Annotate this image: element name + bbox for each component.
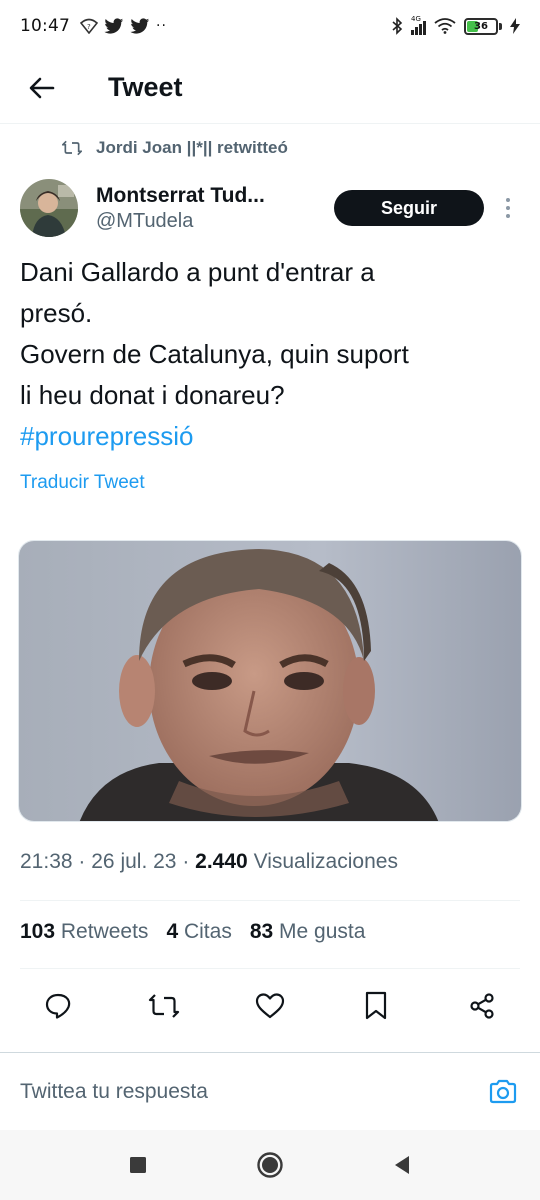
share-button[interactable] bbox=[464, 988, 500, 1024]
battery-text: 36 bbox=[474, 20, 488, 32]
more-dots-icon: ·· bbox=[156, 18, 167, 34]
back-button[interactable] bbox=[20, 66, 64, 110]
tweet-text: Dani Gallardo a punt d'entrar a presó. G… bbox=[20, 252, 520, 457]
retweeted-by[interactable]: Jordi Joan ||*|| retwitteó bbox=[62, 138, 288, 158]
tweet-time: 21:38 bbox=[20, 850, 73, 873]
likes-label: Me gusta bbox=[279, 920, 366, 943]
tweet-meta: 21:38 · 26 jul. 23 · 2.440 Visualizacion… bbox=[20, 850, 398, 874]
meta-separator: · bbox=[78, 850, 86, 873]
status-right: 4G 36 bbox=[391, 15, 520, 35]
bluetooth-icon bbox=[392, 17, 403, 35]
home-button[interactable] bbox=[250, 1145, 290, 1185]
like-button[interactable] bbox=[252, 988, 288, 1024]
twitter-bird-icon bbox=[104, 17, 124, 34]
retweets-count: 103 bbox=[20, 920, 56, 943]
views-count: 2.440 bbox=[195, 850, 248, 873]
camera-button[interactable] bbox=[486, 1075, 520, 1109]
home-circle-icon bbox=[257, 1152, 283, 1178]
system-nav-bar bbox=[0, 1130, 540, 1200]
views-label: Visualizaciones bbox=[253, 850, 398, 873]
translate-tweet-link[interactable]: Traducir Tweet bbox=[20, 472, 145, 494]
back-nav-button[interactable] bbox=[382, 1145, 422, 1185]
status-left: 10:47 ? ·· bbox=[20, 16, 167, 36]
status-time: 10:47 bbox=[20, 16, 70, 36]
author-handle: @MTudela bbox=[96, 209, 194, 232]
share-icon bbox=[470, 993, 494, 1019]
likes-stat[interactable]: 83 Me gusta bbox=[250, 920, 366, 944]
meta-separator: · bbox=[182, 850, 190, 873]
retweet-icon bbox=[148, 994, 180, 1018]
signal-icon: 4G bbox=[411, 15, 426, 35]
back-triangle-icon bbox=[395, 1156, 409, 1174]
retweet-icon bbox=[62, 140, 82, 156]
recents-square-icon bbox=[130, 1157, 146, 1173]
divider bbox=[20, 900, 520, 901]
battery-body: 36 bbox=[464, 17, 498, 35]
quotes-stat[interactable]: 4 Citas bbox=[166, 920, 231, 944]
network-label: 4G bbox=[411, 15, 421, 23]
retweet-button[interactable] bbox=[146, 988, 182, 1024]
twitter-bird-icon bbox=[130, 17, 150, 34]
tweet-stats: 103 Retweets 4 Citas 83 Me gusta bbox=[20, 920, 365, 944]
more-options-icon[interactable] bbox=[498, 193, 518, 223]
bookmark-icon bbox=[365, 991, 387, 1020]
wifi-icon bbox=[434, 18, 456, 34]
tweet-image[interactable] bbox=[18, 540, 522, 822]
portrait-photo bbox=[19, 541, 521, 821]
bookmark-button[interactable] bbox=[358, 988, 394, 1024]
reply-button[interactable] bbox=[40, 988, 76, 1024]
status-notification-icons: ? ·· bbox=[80, 17, 167, 35]
follow-button[interactable]: Seguir bbox=[334, 190, 484, 226]
battery-tip bbox=[499, 22, 502, 30]
wifi-question-icon: ? bbox=[80, 18, 98, 34]
like-icon bbox=[255, 993, 285, 1019]
quotes-count: 4 bbox=[166, 920, 179, 943]
recents-button[interactable] bbox=[118, 1145, 158, 1185]
tweet-line: Govern de Catalunya, quin suport bbox=[20, 339, 409, 369]
camera-icon bbox=[489, 1079, 517, 1103]
reply-bar: Twittea tu respuesta bbox=[0, 1052, 540, 1130]
avatar[interactable] bbox=[20, 179, 78, 237]
page-title: Tweet bbox=[108, 72, 183, 102]
hashtag-link[interactable]: #prourepressió bbox=[20, 416, 520, 457]
author-text[interactable]: Montserrat Tud... @MTudela bbox=[96, 184, 314, 233]
svg-text:?: ? bbox=[87, 23, 91, 31]
retweets-stat[interactable]: 103 Retweets bbox=[20, 920, 148, 944]
author-row: Montserrat Tud... @MTudela Seguir bbox=[20, 176, 520, 240]
reply-icon bbox=[45, 993, 71, 1019]
tweet-line: Dani Gallardo a punt d'entrar a bbox=[20, 257, 375, 287]
avatar-image bbox=[20, 179, 78, 237]
author-name: Montserrat Tud... bbox=[96, 183, 265, 207]
battery-icon: 36 bbox=[464, 17, 502, 35]
tweet-line: li heu donat i donareu? bbox=[20, 380, 285, 410]
likes-count: 83 bbox=[249, 920, 274, 943]
tweet-line: presó. bbox=[20, 298, 93, 328]
divider bbox=[20, 968, 520, 969]
retweets-label: Retweets bbox=[60, 920, 149, 943]
retweeted-by-text: Jordi Joan ||*|| retwitteó bbox=[96, 138, 288, 157]
header: Tweet bbox=[0, 52, 540, 124]
quotes-label: Citas bbox=[183, 920, 232, 943]
tweet-date: 26 jul. 23 bbox=[91, 850, 177, 873]
arrow-left-icon bbox=[29, 77, 55, 98]
tweet-actions bbox=[20, 978, 520, 1034]
reply-input[interactable]: Twittea tu respuesta bbox=[20, 1080, 486, 1104]
charging-bolt-icon bbox=[510, 18, 520, 34]
status-bar: 10:47 ? ·· 4G 36 bbox=[0, 0, 540, 52]
